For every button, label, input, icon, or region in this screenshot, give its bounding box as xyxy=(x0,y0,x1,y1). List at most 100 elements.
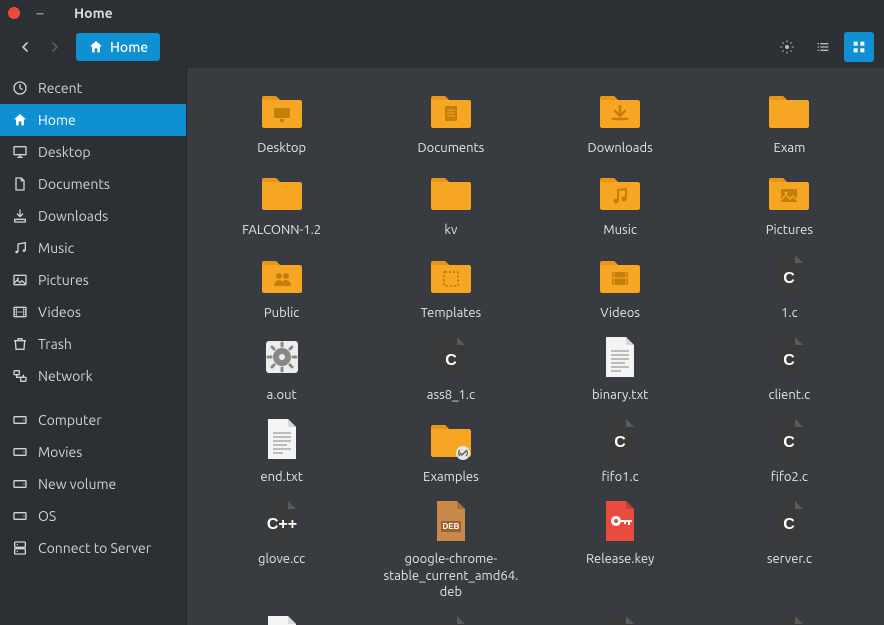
sidebar-item-computer[interactable]: Computer xyxy=(0,404,186,436)
file-label: fifo1.c xyxy=(602,469,639,485)
file-item[interactable]: Cass8_1.c xyxy=(373,333,529,403)
icon-view-button[interactable] xyxy=(844,32,874,62)
sidebar-item-connect-to-server[interactable]: Connect to Server xyxy=(0,532,186,564)
file-label: Desktop xyxy=(257,140,306,156)
folder-icon xyxy=(596,251,644,299)
toolbar: Home xyxy=(0,26,884,68)
sidebar-item-network[interactable]: Network xyxy=(0,360,186,392)
file-item[interactable]: Desktop xyxy=(204,86,360,156)
sidebar-item-documents[interactable]: Documents xyxy=(0,168,186,200)
list-view-button[interactable] xyxy=(808,32,838,62)
videos-icon xyxy=(12,304,28,320)
file-item[interactable]: Documents xyxy=(373,86,529,156)
folder-icon xyxy=(258,168,306,216)
sidebar: RecentHome Desktop Documents Downloads Music… xyxy=(0,68,187,625)
sidebar-item-label: Connect to Server xyxy=(38,540,151,556)
file-label: FALCONN-1.2 xyxy=(242,222,321,238)
cfile-icon: C xyxy=(427,333,475,381)
sidebar-item-label: Trash xyxy=(38,336,72,352)
sidebar-item-label: New volume xyxy=(38,476,116,492)
file-label: Videos xyxy=(600,305,640,321)
file-label: ass8_1.c xyxy=(427,387,475,403)
file-item[interactable]: C xyxy=(711,612,867,625)
sidebar-item-label: Movies xyxy=(38,444,82,460)
sidebar-item-label: Music xyxy=(38,240,74,256)
location-button[interactable] xyxy=(772,32,802,62)
server-icon xyxy=(12,540,28,556)
folder-icon xyxy=(427,251,475,299)
file-label: Public xyxy=(264,305,299,321)
key-icon xyxy=(596,497,644,545)
file-item[interactable]: Cserver.c xyxy=(711,497,867,600)
sidebar-item-home[interactable]: Home xyxy=(0,104,186,136)
path-home-button[interactable]: Home xyxy=(76,33,160,61)
file-item[interactable]: C xyxy=(542,612,698,625)
home-icon xyxy=(88,39,104,55)
cfile-icon: C xyxy=(596,612,644,625)
cfile-icon: C xyxy=(765,497,813,545)
file-item[interactable]: a.out xyxy=(204,333,360,403)
sidebar-item-label: Documents xyxy=(38,176,110,192)
file-item[interactable]: C xyxy=(373,612,529,625)
file-label: Pictures xyxy=(766,222,813,238)
file-item[interactable]: FALCONN-1.2 xyxy=(204,168,360,238)
sidebar-item-desktop[interactable]: Desktop xyxy=(0,136,186,168)
folder-icon xyxy=(596,168,644,216)
sidebar-item-label: Network xyxy=(38,368,93,384)
file-item[interactable]: Videos xyxy=(542,251,698,321)
file-item[interactable]: Cfifo2.c xyxy=(711,415,867,485)
desktop-icon xyxy=(12,144,28,160)
file-item[interactable] xyxy=(204,612,360,625)
file-item[interactable]: Templates xyxy=(373,251,529,321)
sidebar-item-label: Pictures xyxy=(38,272,89,288)
file-item[interactable]: Music xyxy=(542,168,698,238)
forward-button[interactable] xyxy=(40,32,70,62)
file-item[interactable]: C++glove.cc xyxy=(204,497,360,600)
file-item[interactable]: DEBgoogle-chrome-stable_current_amd64.de… xyxy=(373,497,529,600)
disk-icon xyxy=(12,412,28,428)
svg-text:C++: C++ xyxy=(267,516,297,533)
file-label: a.out xyxy=(267,387,297,403)
file-item[interactable]: Public xyxy=(204,251,360,321)
file-label: Examples xyxy=(423,469,479,485)
file-item[interactable]: C1.c xyxy=(711,251,867,321)
file-item[interactable]: kv xyxy=(373,168,529,238)
sidebar-item-new-volume[interactable]: New volume xyxy=(0,468,186,500)
sidebar-item-videos[interactable]: Videos xyxy=(0,296,186,328)
cfile-icon: C xyxy=(765,251,813,299)
close-icon[interactable] xyxy=(8,7,20,19)
sidebar-item-downloads[interactable]: Downloads xyxy=(0,200,186,232)
svg-text:C: C xyxy=(614,434,626,451)
file-label: Release.key xyxy=(586,551,654,567)
file-item[interactable]: end.txt xyxy=(204,415,360,485)
sidebar-item-recent[interactable]: Recent xyxy=(0,72,186,104)
file-item[interactable]: Pictures xyxy=(711,168,867,238)
folder-icon xyxy=(765,86,813,134)
file-item[interactable]: binary.txt xyxy=(542,333,698,403)
svg-text:C: C xyxy=(784,352,796,369)
file-item[interactable]: Cfifo1.c xyxy=(542,415,698,485)
back-button[interactable] xyxy=(10,32,40,62)
file-label: client.c xyxy=(769,387,811,403)
file-item[interactable]: Examples xyxy=(373,415,529,485)
sidebar-item-movies[interactable]: Movies xyxy=(0,436,186,468)
file-label: fifo2.c xyxy=(771,469,808,485)
sidebar-item-trash[interactable]: Trash xyxy=(0,328,186,360)
sidebar-item-os[interactable]: OS xyxy=(0,500,186,532)
sidebar-item-label: OS xyxy=(38,508,56,524)
titlebar: – Home xyxy=(0,0,884,26)
folder-icon xyxy=(427,415,475,463)
file-item[interactable]: Exam xyxy=(711,86,867,156)
sidebar-item-music[interactable]: Music xyxy=(0,232,186,264)
sidebar-item-label: Videos xyxy=(38,304,81,320)
svg-text:C: C xyxy=(784,434,796,451)
sidebar-item-label: Desktop xyxy=(38,144,91,160)
minimize-icon[interactable]: – xyxy=(34,7,46,19)
file-item[interactable]: Downloads xyxy=(542,86,698,156)
file-label: google-chrome-stable_current_amd64.deb xyxy=(381,551,521,600)
file-item[interactable]: Cclient.c xyxy=(711,333,867,403)
sidebar-item-pictures[interactable]: Pictures xyxy=(0,264,186,296)
file-item[interactable]: Release.key xyxy=(542,497,698,600)
svg-text:C: C xyxy=(784,270,796,287)
file-pane[interactable]: Desktop DocumentsDownloadsExam FALCONN-1.2… xyxy=(187,68,884,625)
